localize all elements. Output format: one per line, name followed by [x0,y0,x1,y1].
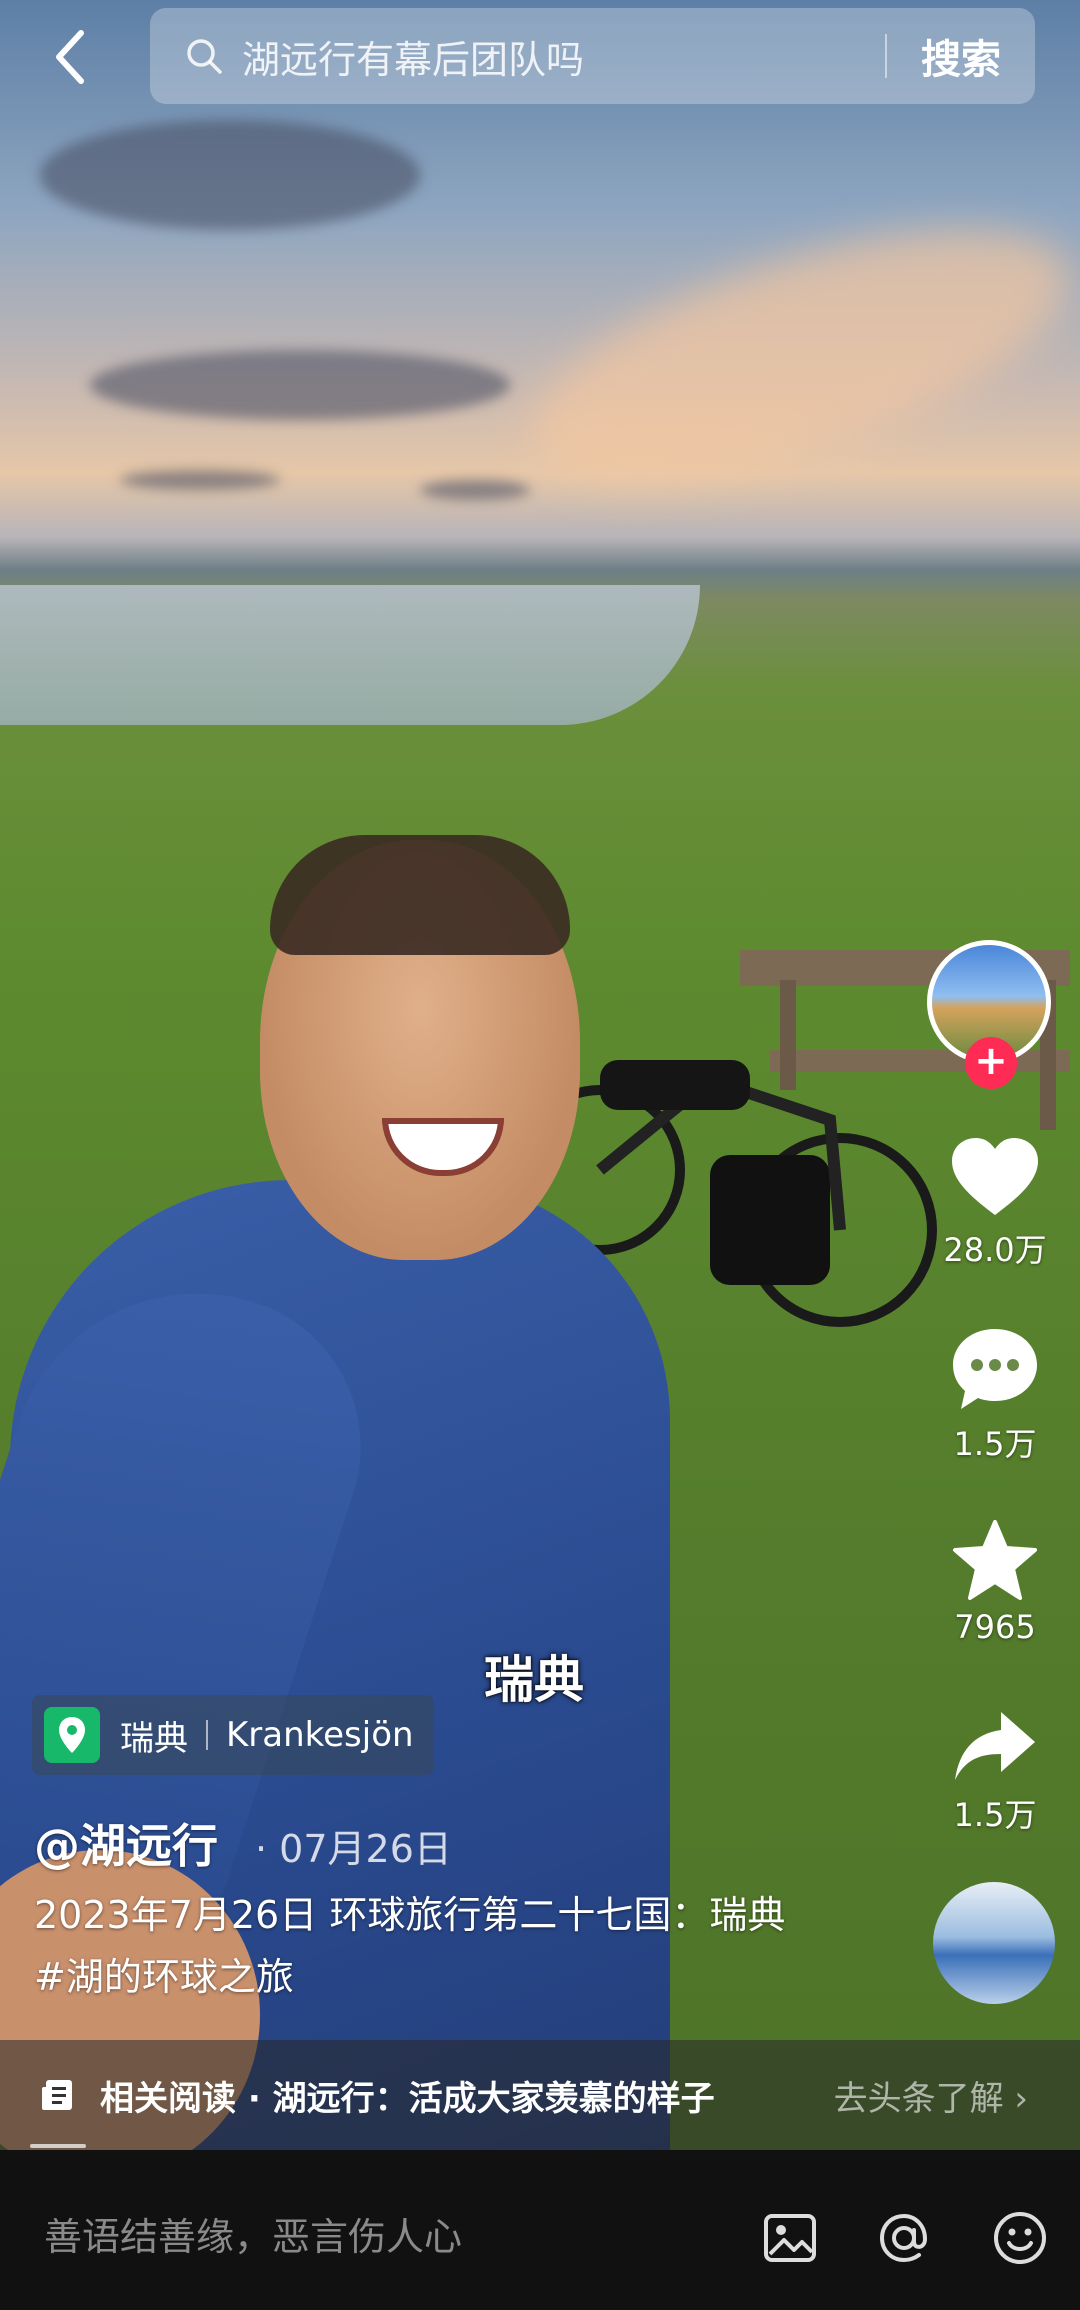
music-disc[interactable] [933,1882,1055,2004]
related-title: 相关阅读 · 湖远行：活成大家羡慕的样子 [100,2078,715,2119]
top-bar: 湖远行有幕后团队吗 搜索 [0,0,1080,110]
image-button[interactable] [760,2208,820,2268]
cloud [420,480,530,500]
author-name[interactable]: @湖远行 [34,1810,218,1876]
search-icon [187,39,222,74]
heart-icon [952,1138,1038,1215]
share-action[interactable]: 1.5万 [930,1708,1060,1836]
back-button[interactable] [40,22,100,92]
lake [0,585,700,725]
favorite-action[interactable]: 7965 [930,1518,1060,1646]
like-count: 28.0万 [943,1231,1047,1269]
hashtag-link[interactable]: #湖的环球之旅 [34,1946,894,2008]
location-country: 瑞典 [120,1718,188,1759]
favorite-count: 7965 [954,1608,1036,1646]
search-button[interactable]: 搜索 [887,27,1035,85]
share-count: 1.5万 [953,1796,1037,1834]
search-input[interactable]: 湖远行有幕后团队吗 [242,29,885,84]
back-icon [56,30,84,84]
emoji-button[interactable] [990,2208,1050,2268]
post-date: · 07月26日 [255,1827,452,1871]
cloud [120,470,280,490]
mention-button[interactable] [874,2208,934,2268]
post-description: 2023年7月26日 环球旅行第二十七国：瑞典 #湖的环球之旅 [34,1884,894,2008]
sunset-glow [504,178,1080,532]
cloud [40,120,420,230]
comment-input[interactable]: 善语结善缘，恶言伤人心 [44,2206,462,2261]
comment-icon [953,1329,1037,1409]
follow-button[interactable]: + [965,1037,1017,1089]
description-line: 2023年7月26日 环球旅行第二十七国：瑞典 [34,1893,786,1937]
cloud [90,350,510,420]
video-progress-bar[interactable] [30,2144,86,2148]
comment-count: 1.5万 [953,1425,1037,1463]
video-subtitle: 瑞典 [484,1651,584,1709]
location-separator [206,1720,208,1750]
emoji-icon [994,2212,1046,2264]
go-toutiao-link[interactable]: 去头条了解 › [834,2071,1028,2120]
like-action[interactable]: 28.0万 [930,1135,1060,1271]
location-place: Krankesjön [226,1715,414,1755]
search-bar[interactable]: 湖远行有幕后团队吗 搜索 [150,8,1035,104]
location-pin-icon [44,1707,100,1763]
related-reading-banner[interactable]: 相关阅读 · 湖远行：活成大家羡慕的样子 去头条了解 › [0,2040,1080,2150]
comment-action[interactable]: 1.5万 [930,1325,1060,1465]
image-icon [764,2214,816,2262]
person-hair [270,835,570,955]
comment-bar: 善语结善缘，恶言伤人心 [0,2150,1080,2310]
star-icon [953,1520,1037,1600]
share-icon [955,1712,1035,1780]
location-tag[interactable]: 瑞典 Krankesjön [32,1695,434,1775]
article-icon [42,2080,72,2110]
at-icon [879,2213,928,2263]
